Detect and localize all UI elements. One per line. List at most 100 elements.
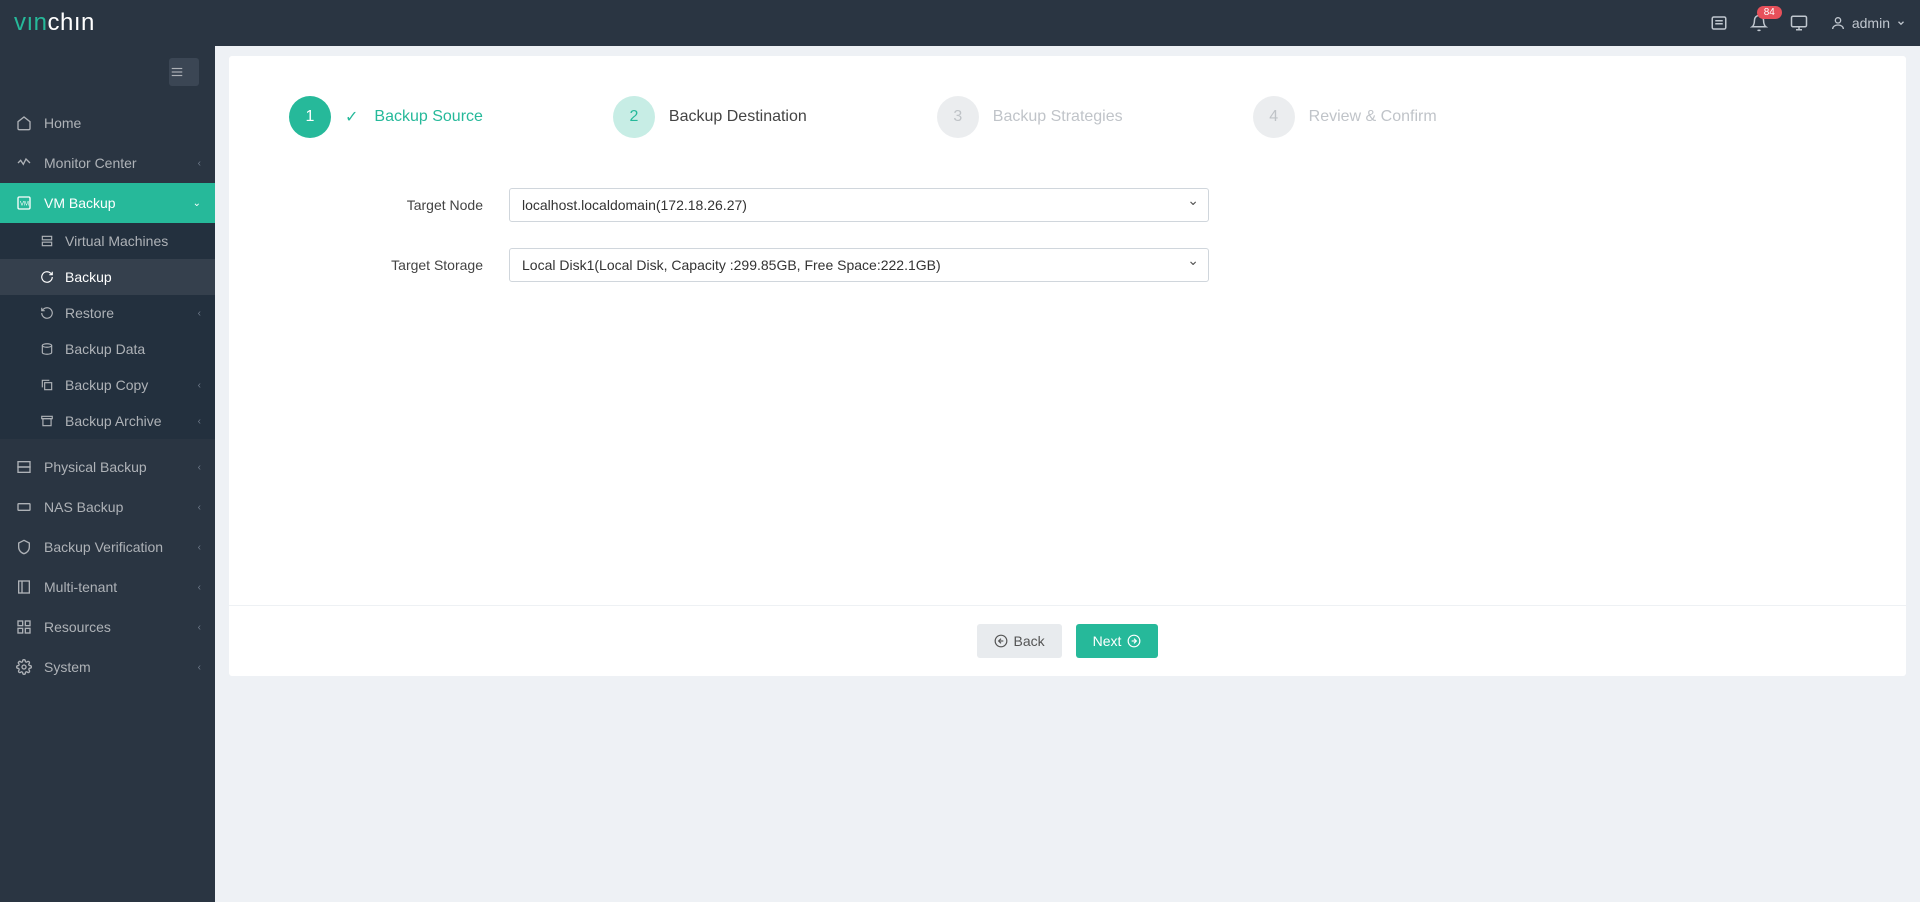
refresh-icon	[40, 270, 55, 285]
sidebar-item-nas-backup[interactable]: NAS Backup ‹	[0, 487, 215, 527]
gear-icon	[16, 659, 32, 675]
chevron-left-icon: ‹	[198, 462, 201, 473]
target-storage-select[interactable]: Local Disk1(Local Disk, Capacity :299.85…	[509, 248, 1209, 282]
logo-part2: chın	[48, 9, 95, 36]
wizard-steps: 1 ✓ Backup Source 2 Backup Destination 3…	[289, 96, 1846, 138]
chevron-down-icon	[1896, 18, 1906, 28]
sidebar-sub-backup-data[interactable]: Backup Data	[0, 331, 215, 367]
sidebar-item-system[interactable]: System ‹	[0, 647, 215, 687]
chevron-left-icon: ‹	[198, 158, 201, 169]
step-number: 1	[289, 96, 331, 138]
wizard-step-3[interactable]: 3 Backup Strategies	[937, 96, 1123, 138]
sidebar-item-resources[interactable]: Resources ‹	[0, 607, 215, 647]
sidebar-submenu: Virtual Machines Backup Restore ‹ Backup…	[0, 223, 215, 439]
svg-text:VM: VM	[20, 202, 29, 208]
monitor-icon	[16, 155, 32, 171]
target-node-label: Target Node	[289, 197, 509, 213]
wizard-step-1[interactable]: 1 ✓ Backup Source	[289, 96, 483, 138]
next-button[interactable]: Next	[1076, 624, 1159, 658]
home-icon	[16, 115, 32, 131]
chevron-left-icon: ‹	[198, 416, 201, 427]
sidebar-item-label: Backup Verification	[44, 539, 163, 555]
sidebar-item-label: Backup Copy	[65, 377, 148, 393]
target-node-select[interactable]: localhost.localdomain(172.18.26.27)	[509, 188, 1209, 222]
sidebar-sub-backup-archive[interactable]: Backup Archive ‹	[0, 403, 215, 439]
chevron-left-icon: ‹	[198, 662, 201, 673]
sidebar-sub-virtual-machines[interactable]: Virtual Machines	[0, 223, 215, 259]
grid-icon	[16, 619, 32, 635]
chevron-left-icon: ‹	[198, 622, 201, 633]
wizard-step-2[interactable]: 2 Backup Destination	[613, 96, 807, 138]
notification-badge: 84	[1757, 6, 1782, 19]
sidebar-item-monitor[interactable]: Monitor Center ‹	[0, 143, 215, 183]
check-icon: ✓	[345, 107, 358, 127]
chevron-down-icon: ⌄	[193, 198, 201, 209]
archive-icon	[40, 414, 55, 429]
bell-icon[interactable]: 84	[1750, 14, 1768, 32]
chevron-left-icon: ‹	[198, 502, 201, 513]
chevron-left-icon: ‹	[198, 542, 201, 553]
wizard-step-4[interactable]: 4 Review & Confirm	[1253, 96, 1437, 138]
app-header: vınchın 84 admin	[0, 0, 1920, 46]
restore-icon	[40, 306, 55, 321]
sidebar-item-multi-tenant[interactable]: Multi-tenant ‹	[0, 567, 215, 607]
nas-icon	[16, 499, 32, 515]
form-row-target-node: Target Node localhost.localdomain(172.18…	[289, 188, 1846, 222]
sidebar-item-vm-backup[interactable]: VM VM Backup ⌄	[0, 183, 215, 223]
header-icons: 84 admin	[1710, 14, 1906, 32]
logo: vınchın	[14, 9, 95, 37]
tenant-icon	[16, 579, 32, 595]
user-menu[interactable]: admin	[1830, 15, 1906, 31]
sidebar-sub-backup[interactable]: Backup	[0, 259, 215, 295]
stack-icon	[40, 234, 55, 249]
shield-icon	[16, 539, 32, 555]
step-label: Review & Confirm	[1309, 108, 1437, 126]
sidebar-toggle-row	[0, 46, 215, 103]
database-icon	[40, 342, 55, 357]
sidebar-sub-backup-copy[interactable]: Backup Copy ‹	[0, 367, 215, 403]
step-number: 2	[613, 96, 655, 138]
target-storage-label: Target Storage	[289, 257, 509, 273]
copy-icon	[40, 378, 55, 393]
list-icon[interactable]	[1710, 14, 1728, 32]
back-label: Back	[1014, 633, 1045, 649]
sidebar-item-backup-verification[interactable]: Backup Verification ‹	[0, 527, 215, 567]
sidebar-item-label: Virtual Machines	[65, 233, 168, 249]
display-icon[interactable]	[1790, 14, 1808, 32]
sidebar-item-home[interactable]: Home	[0, 103, 215, 143]
wizard-panel: 1 ✓ Backup Source 2 Backup Destination 3…	[229, 56, 1906, 676]
sidebar: Home Monitor Center ‹ VM VM Backup ⌄ Vir…	[0, 46, 215, 902]
sidebar-item-label: Home	[44, 115, 81, 131]
step-label: Backup Destination	[669, 108, 807, 126]
chevron-left-icon: ‹	[198, 380, 201, 391]
vm-icon: VM	[16, 195, 32, 211]
arrow-left-icon	[994, 634, 1008, 648]
sidebar-item-label: Backup	[65, 269, 112, 285]
chevron-left-icon: ‹	[198, 582, 201, 593]
sidebar-item-label: Restore	[65, 305, 114, 321]
sidebar-sub-restore[interactable]: Restore ‹	[0, 295, 215, 331]
hamburger-icon[interactable]	[169, 58, 199, 86]
sidebar-item-label: Backup Data	[65, 341, 145, 357]
sidebar-item-label: Monitor Center	[44, 155, 137, 171]
sidebar-item-label: System	[44, 659, 91, 675]
form-row-target-storage: Target Storage Local Disk1(Local Disk, C…	[289, 248, 1846, 282]
user-name: admin	[1852, 15, 1890, 31]
sidebar-item-physical-backup[interactable]: Physical Backup ‹	[0, 447, 215, 487]
logo-part1: vın	[14, 9, 48, 36]
back-button[interactable]: Back	[977, 624, 1062, 658]
step-number: 4	[1253, 96, 1295, 138]
server-icon	[16, 459, 32, 475]
step-label: Backup Strategies	[993, 108, 1123, 126]
sidebar-item-label: VM Backup	[44, 195, 116, 211]
sidebar-item-label: NAS Backup	[44, 499, 123, 515]
step-number: 3	[937, 96, 979, 138]
main-content: 1 ✓ Backup Source 2 Backup Destination 3…	[215, 46, 1920, 902]
arrow-right-icon	[1127, 634, 1141, 648]
next-label: Next	[1093, 633, 1122, 649]
sidebar-item-label: Multi-tenant	[44, 579, 117, 595]
sidebar-item-label: Backup Archive	[65, 413, 162, 429]
step-label: Backup Source	[374, 108, 483, 126]
sidebar-item-label: Resources	[44, 619, 111, 635]
panel-footer: Back Next	[229, 605, 1906, 676]
